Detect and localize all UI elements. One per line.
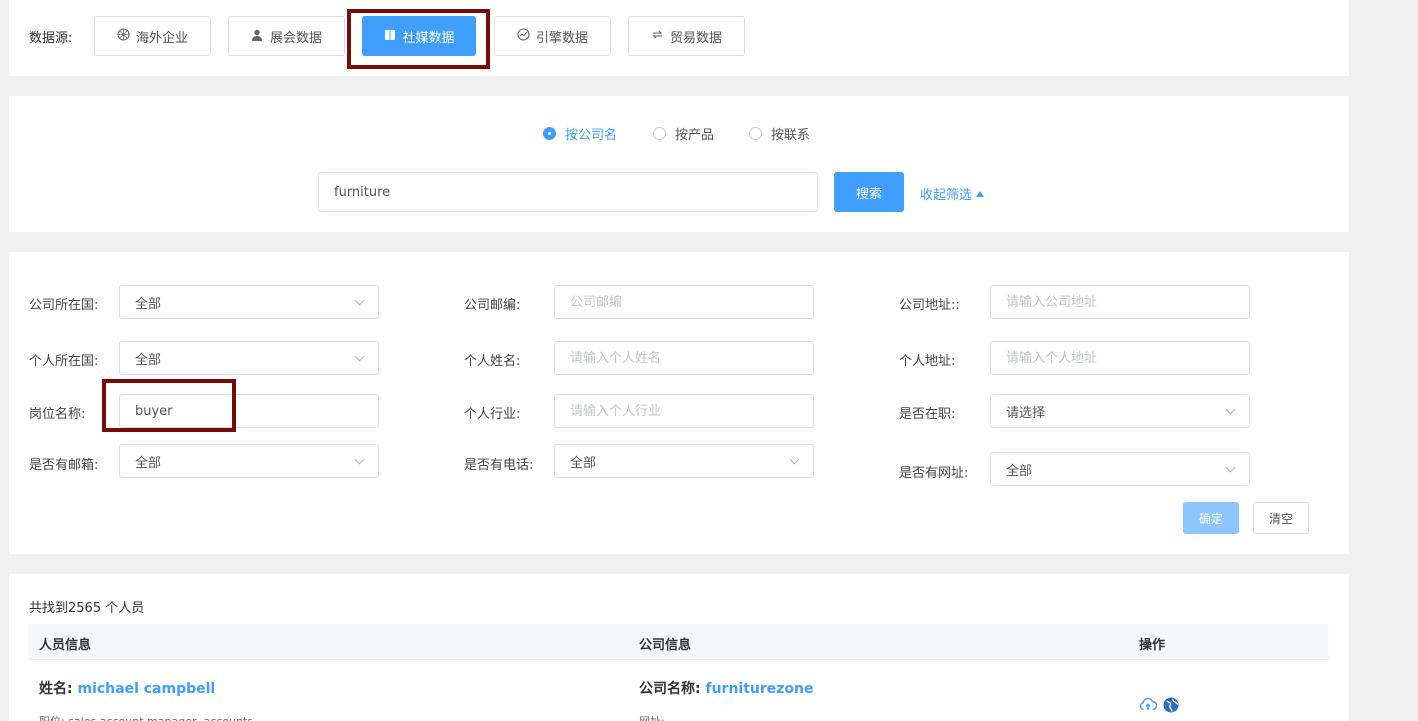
person-name-input[interactable]	[554, 341, 814, 375]
results-panel: 共找到2565 个人员 人员信息 公司信息 操作 姓名: michael cam…	[9, 574, 1349, 721]
column-person-info: 人员信息	[39, 638, 92, 653]
datasource-overseas-label: 海外企业	[135, 30, 188, 46]
employed-label: 是否在职:	[899, 407, 956, 422]
user-icon	[251, 29, 264, 44]
column-actions: 操作	[1139, 638, 1166, 653]
employed-select[interactable]: 请选择	[990, 394, 1250, 428]
collapse-filter-link[interactable]: 收起筛选	[920, 184, 985, 203]
company-address-input[interactable]	[990, 285, 1250, 319]
caret-up-icon	[976, 190, 985, 197]
person-country-value: 全部	[135, 352, 162, 368]
column-company-info: 公司信息	[639, 638, 692, 653]
company-name-key: 公司名称:	[639, 681, 701, 697]
company-country-label: 公司所在国:	[29, 298, 99, 313]
person-address-label: 个人地址:	[899, 354, 956, 369]
highlight-social-button	[347, 9, 490, 69]
person-country-label: 个人所在国:	[29, 354, 99, 369]
search-panel: 按公司名 按产品 按联系 搜索 收起筛选	[9, 96, 1349, 232]
employed-value: 请选择	[1006, 405, 1046, 421]
globe-icon[interactable]	[1163, 697, 1179, 717]
company-zip-label: 公司邮编:	[464, 298, 521, 313]
result-count: 共找到2565 个人员	[29, 601, 145, 616]
table-header: 人员信息 公司信息 操作	[29, 624, 1329, 660]
datasource-trade-label: 贸易数据	[669, 30, 722, 46]
radio-contact[interactable]: 按联系	[749, 124, 810, 143]
search-button[interactable]: 搜索	[834, 172, 904, 212]
company-name-cell: 公司名称: furniturezone	[639, 678, 814, 698]
person-name-link[interactable]: michael campbell	[77, 681, 215, 697]
highlight-job-title	[102, 379, 236, 432]
datasource-panel: 数据源: 海外企业 展会数据 社媒数据 引擎数据 贸易数据	[9, 0, 1349, 76]
globe-network-icon	[117, 28, 130, 44]
company-name-link[interactable]: furniturezone	[705, 681, 813, 697]
has-email-label: 是否有邮箱:	[29, 458, 99, 473]
person-name-cell: 姓名: michael campbell	[39, 678, 215, 698]
radio-product[interactable]: 按产品	[653, 124, 714, 143]
has-email-select[interactable]: 全部	[119, 444, 379, 478]
datasource-expo-button[interactable]: 展会数据	[228, 16, 345, 56]
datasource-label: 数据源:	[29, 31, 73, 46]
has-phone-value: 全部	[570, 455, 597, 471]
gauge-icon	[517, 28, 530, 44]
person-address-input[interactable]	[990, 341, 1250, 375]
company-website: 网址: -	[639, 713, 672, 721]
job-title-label: 岗位名称:	[29, 407, 86, 422]
company-country-select[interactable]: 全部	[119, 285, 379, 319]
person-industry-input[interactable]	[554, 394, 814, 428]
person-name-label: 个人姓名:	[464, 354, 521, 369]
company-zip-input[interactable]	[554, 285, 814, 319]
person-position: 职位: sales account manager, accounts	[39, 713, 253, 721]
radio-dot	[749, 127, 762, 140]
radio-dot-checked	[543, 127, 556, 140]
collapse-filter-label: 收起筛选	[920, 188, 973, 203]
chevron-down-icon	[1225, 404, 1236, 414]
person-name-key: 姓名:	[39, 681, 73, 697]
search-input[interactable]	[318, 172, 818, 212]
datasource-engine-label: 引擎数据	[535, 30, 588, 46]
chevron-down-icon	[354, 295, 365, 305]
radio-contact-label: 按联系	[771, 128, 811, 143]
radio-company-name-label: 按公司名	[565, 128, 618, 143]
chevron-down-icon	[354, 351, 365, 361]
has-website-select[interactable]: 全部	[990, 452, 1250, 486]
radio-company-name[interactable]: 按公司名	[543, 124, 617, 143]
row-actions	[1139, 697, 1179, 717]
cloud-upload-icon[interactable]	[1139, 697, 1158, 717]
datasource-overseas-button[interactable]: 海外企业	[94, 16, 211, 56]
chevron-down-icon	[1225, 462, 1236, 472]
datasource-engine-button[interactable]: 引擎数据	[494, 16, 611, 56]
filter-panel: 公司所在国: 全部 公司邮编: 公司地址:: 个人所在国: 全部 个人姓名: 个…	[9, 252, 1349, 554]
person-country-select[interactable]: 全部	[119, 341, 379, 375]
radio-product-label: 按产品	[675, 128, 715, 143]
confirm-button[interactable]: 确定	[1183, 502, 1239, 534]
has-phone-label: 是否有电话:	[464, 458, 534, 473]
has-phone-select[interactable]: 全部	[554, 444, 814, 478]
datasource-trade-button[interactable]: 贸易数据	[628, 16, 745, 56]
has-website-label: 是否有网址:	[899, 466, 969, 481]
company-country-value: 全部	[135, 296, 162, 312]
trade-icon	[651, 28, 664, 44]
clear-button[interactable]: 清空	[1253, 502, 1309, 534]
chevron-down-icon	[789, 454, 800, 464]
datasource-expo-label: 展会数据	[269, 30, 322, 46]
has-website-value: 全部	[1006, 463, 1033, 479]
company-address-label: 公司地址::	[899, 298, 960, 313]
person-industry-label: 个人行业:	[464, 407, 521, 422]
radio-dot	[653, 127, 666, 140]
has-email-value: 全部	[135, 455, 162, 471]
chevron-down-icon	[354, 454, 365, 464]
